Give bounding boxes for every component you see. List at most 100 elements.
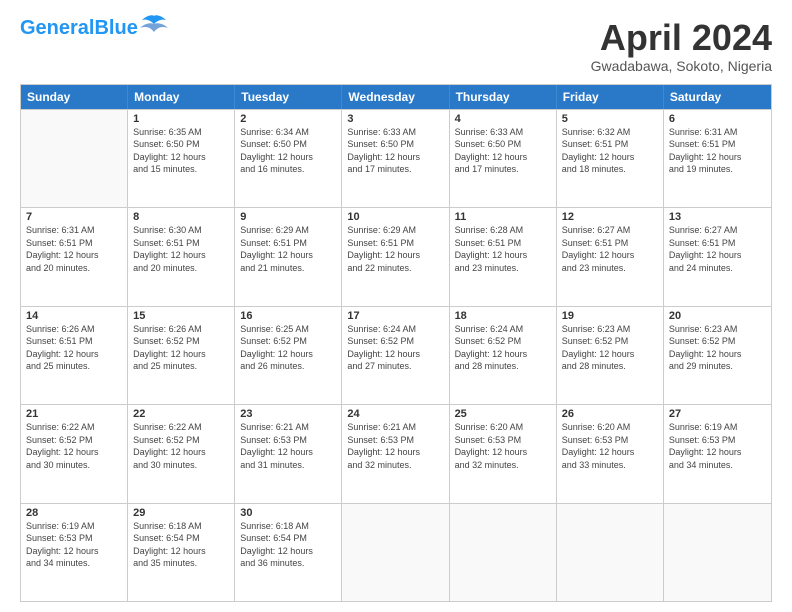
calendar-cell: 8Sunrise: 6:30 AM Sunset: 6:51 PM Daylig… <box>128 208 235 305</box>
cell-info: Sunrise: 6:26 AM Sunset: 6:52 PM Dayligh… <box>133 323 229 373</box>
calendar-cell: 29Sunrise: 6:18 AM Sunset: 6:54 PM Dayli… <box>128 504 235 601</box>
calendar-cell: 9Sunrise: 6:29 AM Sunset: 6:51 PM Daylig… <box>235 208 342 305</box>
calendar-cell: 23Sunrise: 6:21 AM Sunset: 6:53 PM Dayli… <box>235 405 342 502</box>
day-number: 29 <box>133 507 229 519</box>
day-number: 8 <box>133 211 229 223</box>
calendar-row-2: 14Sunrise: 6:26 AM Sunset: 6:51 PM Dayli… <box>21 306 771 404</box>
weekday-friday: Friday <box>557 85 664 109</box>
cell-info: Sunrise: 6:23 AM Sunset: 6:52 PM Dayligh… <box>669 323 766 373</box>
calendar-cell: 7Sunrise: 6:31 AM Sunset: 6:51 PM Daylig… <box>21 208 128 305</box>
calendar-cell <box>342 504 449 601</box>
day-number: 6 <box>669 113 766 125</box>
cell-info: Sunrise: 6:29 AM Sunset: 6:51 PM Dayligh… <box>240 224 336 274</box>
day-number: 2 <box>240 113 336 125</box>
calendar-cell: 13Sunrise: 6:27 AM Sunset: 6:51 PM Dayli… <box>664 208 771 305</box>
day-number: 16 <box>240 310 336 322</box>
logo: GeneralBlue <box>20 18 168 38</box>
day-number: 19 <box>562 310 658 322</box>
calendar-cell: 24Sunrise: 6:21 AM Sunset: 6:53 PM Dayli… <box>342 405 449 502</box>
calendar-cell: 17Sunrise: 6:24 AM Sunset: 6:52 PM Dayli… <box>342 307 449 404</box>
cell-info: Sunrise: 6:26 AM Sunset: 6:51 PM Dayligh… <box>26 323 122 373</box>
calendar-cell: 12Sunrise: 6:27 AM Sunset: 6:51 PM Dayli… <box>557 208 664 305</box>
calendar-row-3: 21Sunrise: 6:22 AM Sunset: 6:52 PM Dayli… <box>21 404 771 502</box>
day-number: 10 <box>347 211 443 223</box>
day-number: 30 <box>240 507 336 519</box>
day-number: 27 <box>669 408 766 420</box>
logo-text: GeneralBlue <box>20 18 138 38</box>
calendar-cell <box>557 504 664 601</box>
title-block: April 2024 Gwadabawa, Sokoto, Nigeria <box>591 18 772 74</box>
page: GeneralBlue April 2024 Gwadabawa, Sokoto… <box>0 0 792 612</box>
cell-info: Sunrise: 6:29 AM Sunset: 6:51 PM Dayligh… <box>347 224 443 274</box>
cell-info: Sunrise: 6:18 AM Sunset: 6:54 PM Dayligh… <box>133 520 229 570</box>
day-number: 26 <box>562 408 658 420</box>
cell-info: Sunrise: 6:21 AM Sunset: 6:53 PM Dayligh… <box>240 421 336 471</box>
day-number: 3 <box>347 113 443 125</box>
calendar-cell: 27Sunrise: 6:19 AM Sunset: 6:53 PM Dayli… <box>664 405 771 502</box>
day-number: 28 <box>26 507 122 519</box>
day-number: 14 <box>26 310 122 322</box>
day-number: 1 <box>133 113 229 125</box>
day-number: 4 <box>455 113 551 125</box>
calendar-cell: 16Sunrise: 6:25 AM Sunset: 6:52 PM Dayli… <box>235 307 342 404</box>
cell-info: Sunrise: 6:30 AM Sunset: 6:51 PM Dayligh… <box>133 224 229 274</box>
calendar-cell: 25Sunrise: 6:20 AM Sunset: 6:53 PM Dayli… <box>450 405 557 502</box>
calendar-cell: 30Sunrise: 6:18 AM Sunset: 6:54 PM Dayli… <box>235 504 342 601</box>
calendar-cell <box>664 504 771 601</box>
title-location: Gwadabawa, Sokoto, Nigeria <box>591 58 772 74</box>
calendar-cell: 1Sunrise: 6:35 AM Sunset: 6:50 PM Daylig… <box>128 110 235 207</box>
day-number: 24 <box>347 408 443 420</box>
cell-info: Sunrise: 6:23 AM Sunset: 6:52 PM Dayligh… <box>562 323 658 373</box>
cell-info: Sunrise: 6:31 AM Sunset: 6:51 PM Dayligh… <box>669 126 766 176</box>
calendar-cell: 14Sunrise: 6:26 AM Sunset: 6:51 PM Dayli… <box>21 307 128 404</box>
calendar-cell: 21Sunrise: 6:22 AM Sunset: 6:52 PM Dayli… <box>21 405 128 502</box>
day-number: 21 <box>26 408 122 420</box>
cell-info: Sunrise: 6:33 AM Sunset: 6:50 PM Dayligh… <box>347 126 443 176</box>
cell-info: Sunrise: 6:32 AM Sunset: 6:51 PM Dayligh… <box>562 126 658 176</box>
header: GeneralBlue April 2024 Gwadabawa, Sokoto… <box>20 18 772 74</box>
cell-info: Sunrise: 6:18 AM Sunset: 6:54 PM Dayligh… <box>240 520 336 570</box>
calendar-row-0: 1Sunrise: 6:35 AM Sunset: 6:50 PM Daylig… <box>21 109 771 207</box>
day-number: 11 <box>455 211 551 223</box>
calendar-cell: 20Sunrise: 6:23 AM Sunset: 6:52 PM Dayli… <box>664 307 771 404</box>
calendar-header: Sunday Monday Tuesday Wednesday Thursday… <box>21 85 771 109</box>
logo-bird-icon <box>140 14 168 34</box>
day-number: 25 <box>455 408 551 420</box>
day-number: 20 <box>669 310 766 322</box>
cell-info: Sunrise: 6:34 AM Sunset: 6:50 PM Dayligh… <box>240 126 336 176</box>
day-number: 5 <box>562 113 658 125</box>
calendar-cell: 19Sunrise: 6:23 AM Sunset: 6:52 PM Dayli… <box>557 307 664 404</box>
calendar-cell: 10Sunrise: 6:29 AM Sunset: 6:51 PM Dayli… <box>342 208 449 305</box>
weekday-saturday: Saturday <box>664 85 771 109</box>
calendar-cell: 4Sunrise: 6:33 AM Sunset: 6:50 PM Daylig… <box>450 110 557 207</box>
calendar-row-4: 28Sunrise: 6:19 AM Sunset: 6:53 PM Dayli… <box>21 503 771 601</box>
calendar-cell <box>21 110 128 207</box>
cell-info: Sunrise: 6:33 AM Sunset: 6:50 PM Dayligh… <box>455 126 551 176</box>
calendar: Sunday Monday Tuesday Wednesday Thursday… <box>20 84 772 602</box>
day-number: 9 <box>240 211 336 223</box>
calendar-cell: 5Sunrise: 6:32 AM Sunset: 6:51 PM Daylig… <box>557 110 664 207</box>
day-number: 7 <box>26 211 122 223</box>
cell-info: Sunrise: 6:35 AM Sunset: 6:50 PM Dayligh… <box>133 126 229 176</box>
calendar-row-1: 7Sunrise: 6:31 AM Sunset: 6:51 PM Daylig… <box>21 207 771 305</box>
calendar-cell: 22Sunrise: 6:22 AM Sunset: 6:52 PM Dayli… <box>128 405 235 502</box>
calendar-cell: 28Sunrise: 6:19 AM Sunset: 6:53 PM Dayli… <box>21 504 128 601</box>
cell-info: Sunrise: 6:21 AM Sunset: 6:53 PM Dayligh… <box>347 421 443 471</box>
day-number: 12 <box>562 211 658 223</box>
day-number: 23 <box>240 408 336 420</box>
title-month: April 2024 <box>591 18 772 58</box>
cell-info: Sunrise: 6:19 AM Sunset: 6:53 PM Dayligh… <box>26 520 122 570</box>
weekday-tuesday: Tuesday <box>235 85 342 109</box>
calendar-cell: 18Sunrise: 6:24 AM Sunset: 6:52 PM Dayli… <box>450 307 557 404</box>
cell-info: Sunrise: 6:27 AM Sunset: 6:51 PM Dayligh… <box>669 224 766 274</box>
cell-info: Sunrise: 6:22 AM Sunset: 6:52 PM Dayligh… <box>26 421 122 471</box>
day-number: 13 <box>669 211 766 223</box>
calendar-cell: 26Sunrise: 6:20 AM Sunset: 6:53 PM Dayli… <box>557 405 664 502</box>
calendar-cell <box>450 504 557 601</box>
calendar-cell: 15Sunrise: 6:26 AM Sunset: 6:52 PM Dayli… <box>128 307 235 404</box>
day-number: 17 <box>347 310 443 322</box>
cell-info: Sunrise: 6:24 AM Sunset: 6:52 PM Dayligh… <box>347 323 443 373</box>
weekday-thursday: Thursday <box>450 85 557 109</box>
cell-info: Sunrise: 6:20 AM Sunset: 6:53 PM Dayligh… <box>455 421 551 471</box>
day-number: 18 <box>455 310 551 322</box>
